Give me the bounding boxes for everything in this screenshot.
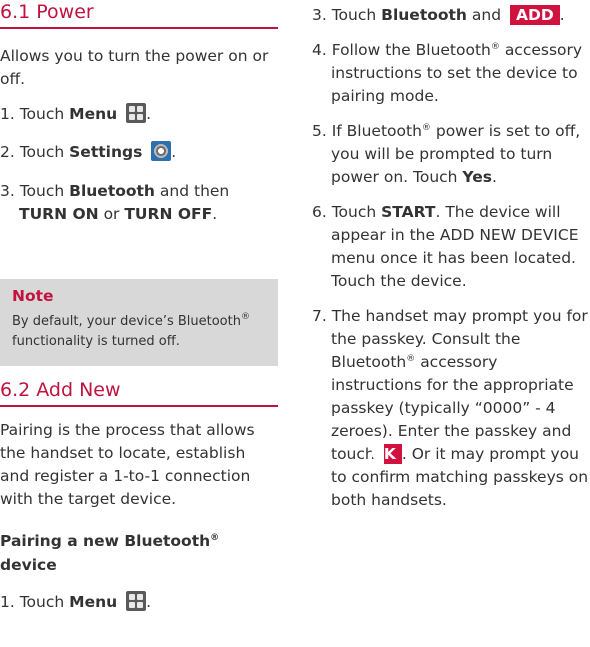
- power-step-2: 2. Touch Settings .: [0, 141, 177, 161]
- right-column: 3. Touch Bluetooth and ADD. 4. Follow th…: [312, 0, 590, 512]
- heading-rule: [0, 405, 278, 407]
- add-new-heading: 6.2 Add New: [0, 379, 121, 401]
- note-box: Note By default, your device’s Bluetooth…: [0, 279, 278, 366]
- left-column-lower: 6.2 Add New Pairing is the process that …: [0, 378, 278, 614]
- power-heading: 6.1 Power: [0, 1, 94, 23]
- note-title: Note: [12, 287, 54, 305]
- left-column: 6.1 Power Allows you to turn the power o…: [0, 0, 278, 226]
- menu-icon: [126, 103, 147, 123]
- pairing-subheading: Pairing a new Bluetooth® device: [0, 532, 220, 574]
- menu-icon: [126, 591, 147, 611]
- ok-button-graphic: OK: [371, 444, 402, 464]
- add-button-graphic: ADD: [510, 5, 560, 25]
- add-step-3: 3. Touch Bluetooth and ADD.: [312, 5, 565, 25]
- step-prefix: 2. Touch: [0, 143, 65, 161]
- settings-label: Settings: [69, 143, 143, 161]
- add-step-7: 7. The handset may prompt you for the pa…: [312, 307, 589, 509]
- step-prefix: 1. Touch: [0, 105, 65, 123]
- add-step-1: 1. Touch Menu .: [0, 591, 152, 611]
- menu-label: Menu: [69, 105, 118, 123]
- heading-rule: [0, 27, 278, 29]
- add-step-6: 6. Touch START. The device will appear i…: [312, 203, 579, 290]
- add-step-5: 5. If Bluetooth® power is set to off, yo…: [312, 122, 581, 186]
- add-step-4: 4. Follow the Bluetooth® accessory instr…: [312, 41, 583, 105]
- add-intro: Pairing is the process that allows the h…: [0, 421, 255, 508]
- note-text: By default, your device’s Bluetooth® fun…: [12, 312, 250, 350]
- settings-icon: [151, 141, 172, 161]
- power-step-1: 1. Touch Menu .: [0, 103, 152, 123]
- power-step-3: 3. Touch Bluetooth and then TURN ON or T…: [0, 182, 230, 223]
- power-intro: Allows you to turn the power on or off.: [0, 47, 269, 88]
